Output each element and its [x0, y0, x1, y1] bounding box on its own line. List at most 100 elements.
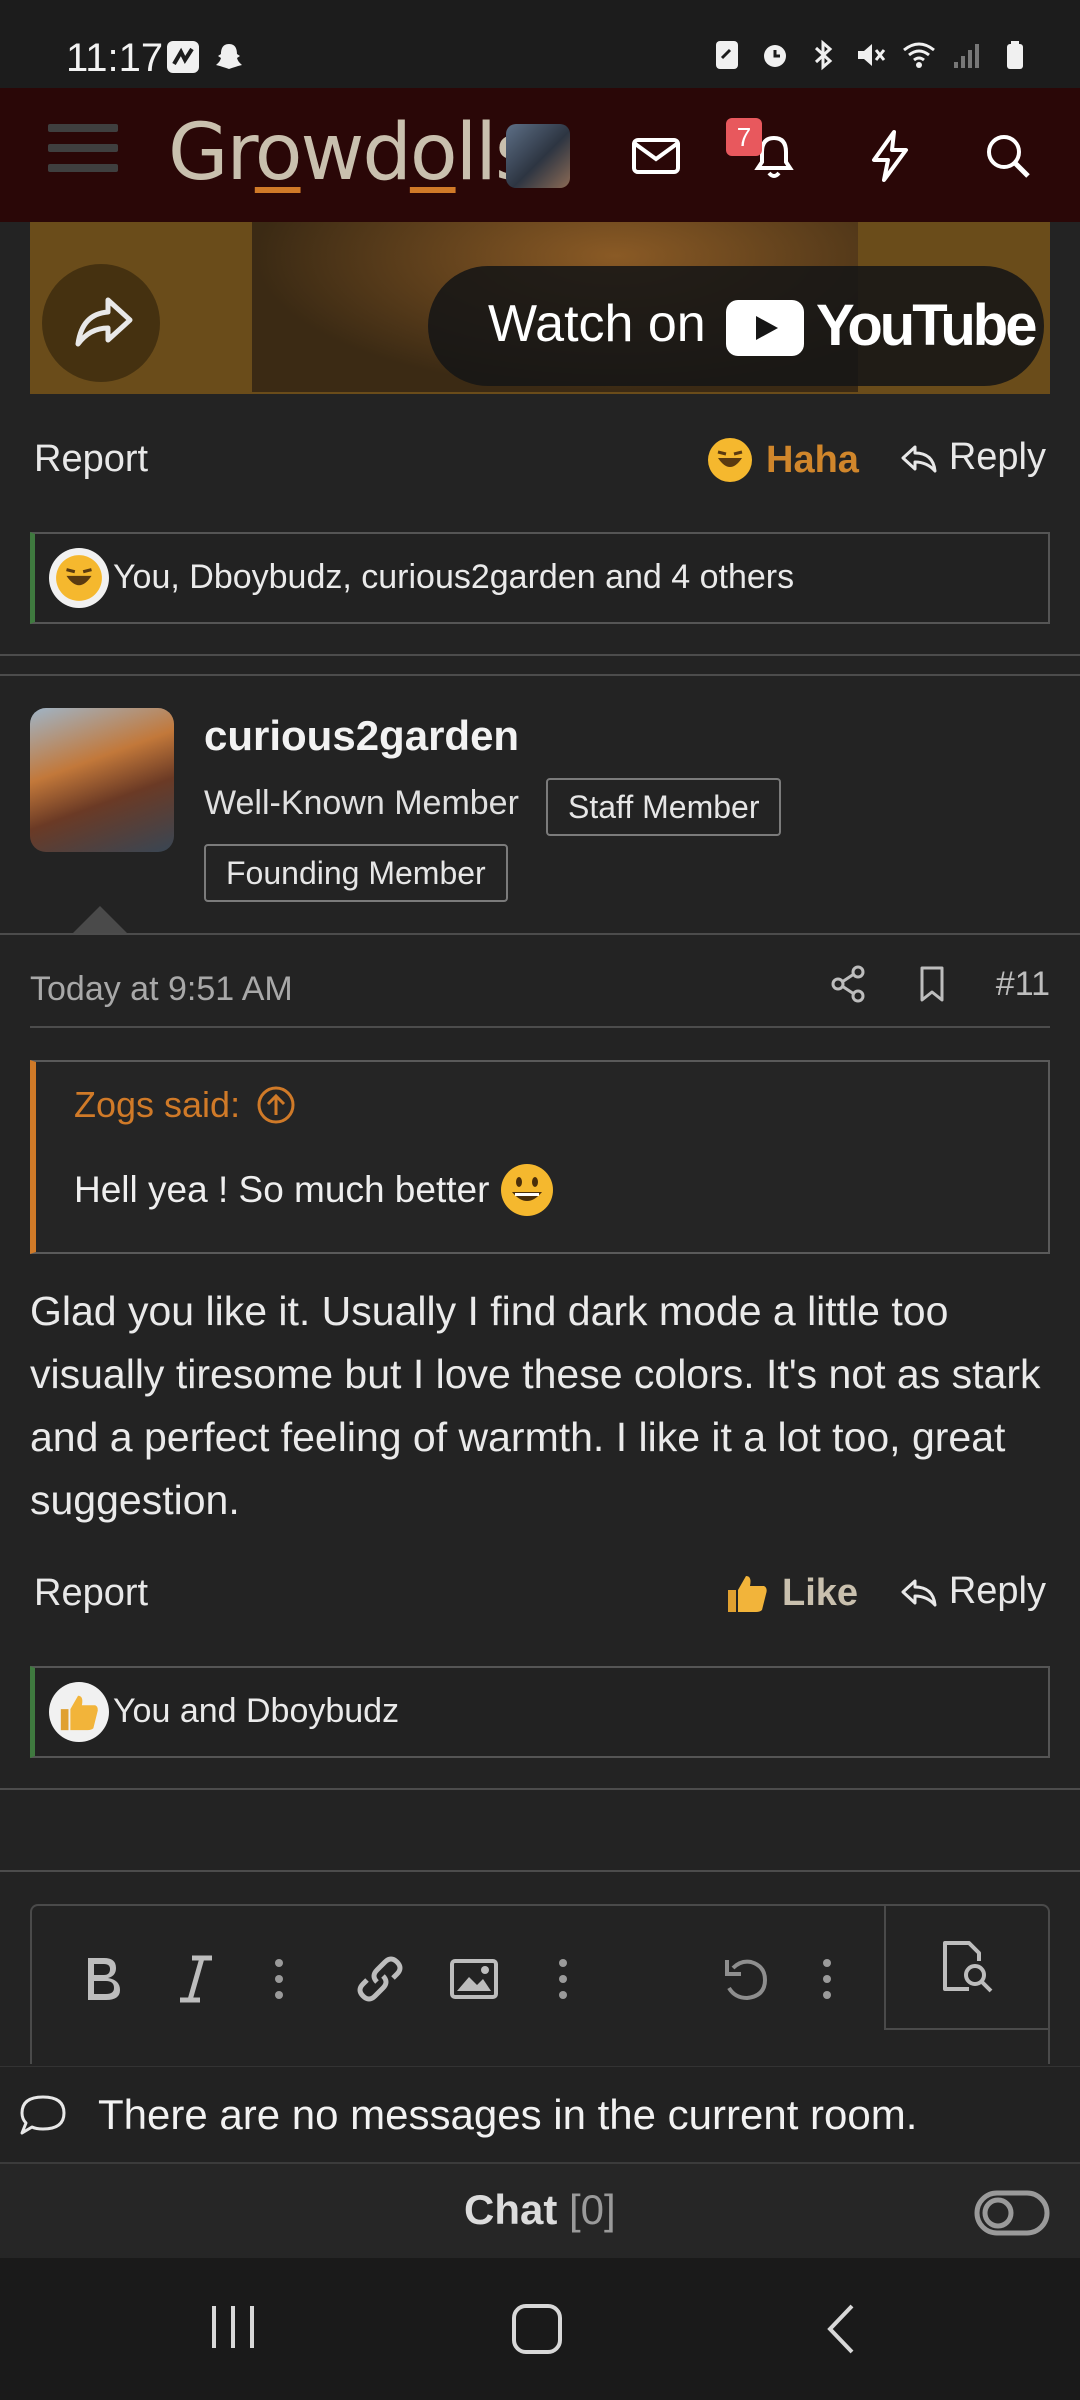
- chat-bar[interactable]: Chat [0]: [0, 2162, 1080, 2258]
- bluetooth-icon: [814, 39, 833, 71]
- screenshot-icon: [716, 41, 738, 69]
- quote-block: Zogs said: Hell yea ! So much better: [30, 1060, 1050, 1254]
- quote-text: Hell yea ! So much better: [74, 1169, 490, 1210]
- bookmark-icon[interactable]: [912, 964, 952, 1004]
- undo-icon: [725, 1959, 768, 2001]
- image-icon: [450, 1959, 498, 1999]
- post-actions: Report Like Reply: [30, 1562, 1050, 1632]
- notification-badge: 7: [726, 118, 762, 156]
- post-number[interactable]: #11: [996, 965, 1050, 1004]
- more-options-button[interactable]: [264, 1944, 294, 2014]
- wifi-icon: [903, 42, 935, 68]
- chat-toggle-icon[interactable]: [974, 2190, 1050, 2236]
- site-header: Growdolls 7: [0, 88, 1080, 222]
- image-button[interactable]: [444, 1944, 504, 2014]
- mute-icon: [858, 44, 886, 66]
- laughing-emoji-icon: [49, 548, 109, 608]
- divider: [30, 1026, 1050, 1028]
- reply-arrow-icon: [901, 1579, 937, 1606]
- post-date[interactable]: Today at 9:51 AM: [30, 970, 293, 1009]
- reactions-summary[interactable]: You and Dboybudz: [30, 1666, 1050, 1758]
- like-reaction-button[interactable]: Like: [724, 1570, 858, 1616]
- chat-title[interactable]: Chat [0]: [464, 2186, 616, 2234]
- logo-part: wd: [300, 108, 412, 198]
- reply-button[interactable]: Reply: [897, 436, 1046, 479]
- chat-bubble-icon: [20, 2095, 66, 2135]
- divider: [0, 933, 1080, 935]
- link-icon: [357, 1956, 403, 2002]
- home-icon[interactable]: [510, 2302, 564, 2356]
- italic-button[interactable]: [166, 1944, 226, 2014]
- logo-part: o: [254, 108, 303, 198]
- reply-label: Reply: [948, 436, 1046, 478]
- reactions-summary-text: You, Dboybudz, curious2garden and 4 othe…: [113, 558, 795, 596]
- staff-member-badge: Staff Member: [546, 778, 782, 836]
- back-icon[interactable]: [822, 2302, 862, 2356]
- search-icon[interactable]: [978, 126, 1038, 186]
- mail-icon[interactable]: [626, 126, 686, 186]
- divider: [0, 654, 1080, 656]
- snapchat-icon: [216, 44, 242, 69]
- bold-icon: [88, 1958, 120, 2000]
- alarm-icon: [764, 45, 786, 67]
- bolt-icon[interactable]: [860, 126, 920, 186]
- youtube-play-icon: [726, 300, 804, 356]
- divider: [0, 1870, 1080, 1872]
- thumbs-up-icon: [728, 1576, 767, 1612]
- user-info-pointer: [72, 906, 128, 934]
- watch-on-label: Watch on: [488, 295, 706, 353]
- thumbs-up-icon: [49, 1682, 109, 1742]
- status-bar: 11:17: [0, 0, 1080, 88]
- watch-on-youtube-button[interactable]: Watch on YouTube: [428, 266, 1044, 386]
- chat-message-area: There are no messages in the current roo…: [0, 2066, 1080, 2162]
- battery-icon: [1007, 41, 1023, 69]
- share-icon[interactable]: [828, 964, 868, 1004]
- recent-apps-icon[interactable]: [208, 2302, 258, 2352]
- menu-icon[interactable]: [48, 124, 118, 186]
- divider: [0, 1788, 1080, 1790]
- reply-editor[interactable]: [30, 1904, 1050, 2064]
- chat-count: [0]: [569, 2186, 616, 2233]
- founding-member-badge: Founding Member: [204, 844, 508, 902]
- chat-label: Chat: [464, 2186, 558, 2233]
- logo-part: o: [409, 108, 458, 198]
- undo-button[interactable]: [716, 1944, 776, 2014]
- post-actions: Report Haha Reply: [30, 428, 1050, 498]
- signal-icon: [954, 44, 979, 68]
- post-body-text: Glad you like it. Usually I find dark mo…: [30, 1288, 1041, 1523]
- reactions-summary[interactable]: You, Dboybudz, curious2garden and 4 othe…: [30, 532, 1050, 624]
- more-options-button[interactable]: [548, 1944, 578, 2014]
- more-options-button[interactable]: [812, 1944, 842, 2014]
- user-avatar[interactable]: [506, 124, 570, 188]
- reply-button[interactable]: Reply: [897, 1570, 1046, 1613]
- preview-button[interactable]: [884, 1906, 1048, 2030]
- status-time: 11:17: [66, 36, 164, 80]
- share-arrow-icon: [75, 297, 133, 347]
- reaction-label: Like: [782, 1571, 859, 1614]
- vertical-dots-icon: [823, 1959, 831, 1999]
- vertical-dots-icon: [559, 1959, 567, 1999]
- report-link[interactable]: Report: [34, 438, 148, 481]
- youtube-wordmark: YouTube: [816, 293, 1037, 358]
- divider: [0, 674, 1080, 676]
- user-title: Well-Known Member: [204, 784, 519, 822]
- haha-reaction-button[interactable]: Haha: [706, 436, 859, 484]
- report-link[interactable]: Report: [34, 1572, 148, 1615]
- video-share-button[interactable]: [42, 264, 160, 382]
- logo-part: Gr: [168, 108, 257, 198]
- chat-empty-message: There are no messages in the current roo…: [98, 2091, 918, 2138]
- preview-icon: [943, 1941, 993, 1993]
- go-to-quote-icon[interactable]: [256, 1085, 296, 1125]
- post-author-avatar[interactable]: [30, 708, 174, 852]
- site-logo[interactable]: Growdolls: [168, 108, 536, 198]
- quote-author[interactable]: Zogs said:: [74, 1084, 240, 1126]
- post-author-name[interactable]: curious2garden: [204, 712, 519, 760]
- grinning-emoji-icon: [501, 1164, 554, 1216]
- italic-icon: [180, 1955, 212, 2003]
- link-button[interactable]: [350, 1944, 410, 2014]
- vertical-dots-icon: [275, 1959, 283, 1999]
- reply-label: Reply: [948, 1570, 1046, 1612]
- bold-button[interactable]: [72, 1944, 132, 2014]
- youtube-embed[interactable]: Watch on YouTube: [30, 222, 1050, 394]
- reactions-summary-text: You and Dboybudz: [113, 1692, 400, 1730]
